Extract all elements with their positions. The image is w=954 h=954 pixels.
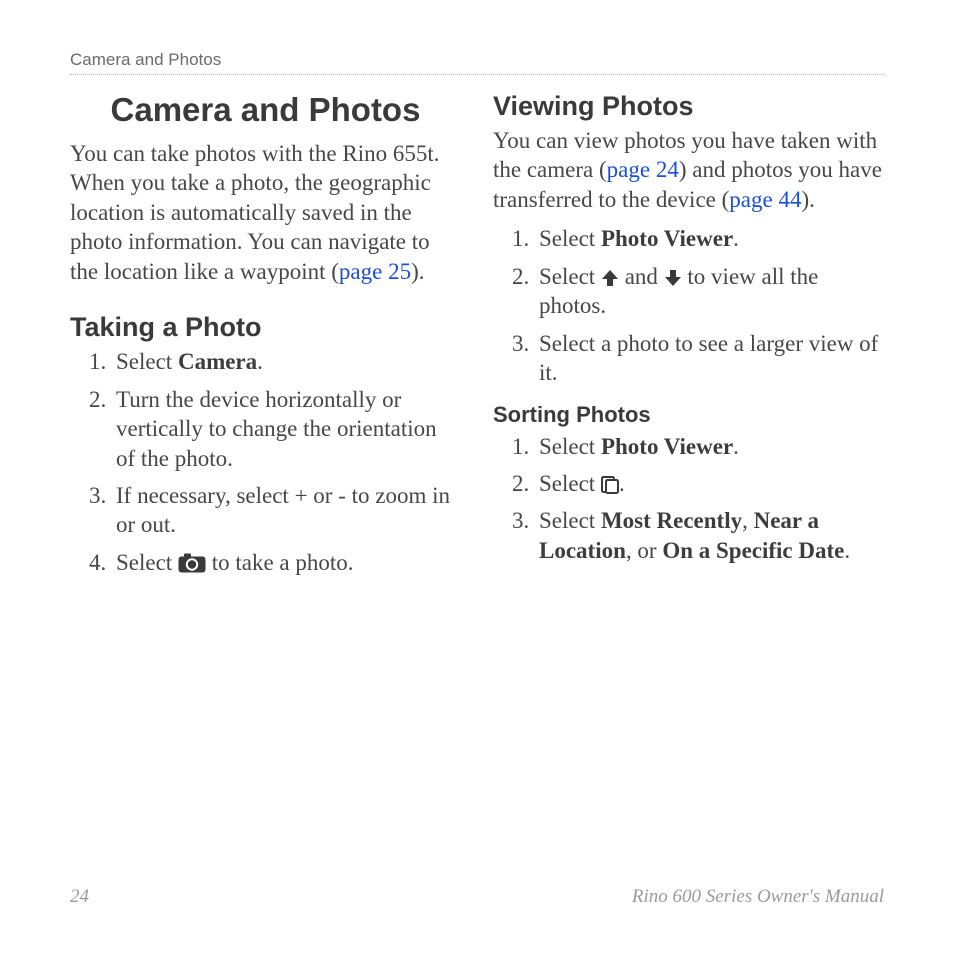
- page-footer: 24 Rino 600 Series Owner's Manual: [70, 886, 884, 908]
- step-text: ,: [742, 508, 754, 533]
- step-text: Select: [539, 226, 601, 251]
- xref-page-24[interactable]: page 24: [607, 157, 679, 182]
- keyword-most-recently: Most Recently: [601, 508, 742, 533]
- steps-sorting-photos: Select Photo Viewer. Select . Select Mos…: [493, 432, 884, 566]
- manual-page: Camera and Photos Camera and Photos You …: [0, 0, 954, 954]
- step-item: Select Photo Viewer.: [535, 432, 884, 461]
- viewing-text-3: ).: [801, 187, 814, 212]
- keyword-photo-viewer: Photo Viewer: [601, 226, 733, 251]
- heading-sorting-photos: Sorting Photos: [493, 402, 884, 428]
- xref-page-44[interactable]: page 44: [729, 187, 801, 212]
- running-header: Camera and Photos: [70, 50, 884, 75]
- keyword-camera: Camera: [178, 349, 257, 374]
- viewing-intro: You can view photos you have taken with …: [493, 126, 884, 214]
- step-item: Turn the device horizontally or vertical…: [112, 385, 461, 473]
- step-item: Select Most Recently, Near a Location, o…: [535, 506, 884, 565]
- step-text: .: [733, 434, 739, 459]
- page-number: 24: [70, 886, 89, 908]
- step-text: , or: [626, 538, 662, 563]
- steps-taking-a-photo: Select Camera. Turn the device horizonta…: [70, 347, 461, 577]
- step-text: .: [257, 349, 263, 374]
- step-text: Select: [539, 508, 601, 533]
- step-item: If necessary, select + or - to zoom in o…: [112, 481, 461, 540]
- menu-page-icon: [601, 476, 619, 494]
- keyword-on-a-specific-date: On a Specific Date: [662, 538, 844, 563]
- step-item: Select to take a photo.: [112, 548, 461, 577]
- intro-text-2: ).: [411, 259, 424, 284]
- step-text: .: [844, 538, 850, 563]
- column-left: Camera and Photos You can take photos wi…: [70, 87, 461, 585]
- step-item: Select .: [535, 469, 884, 498]
- step-text: .: [619, 471, 625, 496]
- arrow-down-icon: [664, 269, 682, 287]
- heading-viewing-photos: Viewing Photos: [493, 91, 884, 122]
- keyword-photo-viewer: Photo Viewer: [601, 434, 733, 459]
- step-text: Select: [539, 264, 601, 289]
- column-right: Viewing Photos You can view photos you h…: [493, 87, 884, 585]
- step-text: Select: [539, 434, 601, 459]
- step-item: Select and to view all the photos.: [535, 262, 884, 321]
- camera-icon: [178, 553, 206, 573]
- step-text: and: [619, 264, 664, 289]
- two-column-layout: Camera and Photos You can take photos wi…: [70, 87, 884, 585]
- chapter-title: Camera and Photos: [70, 91, 461, 129]
- step-item: Select Photo Viewer.: [535, 224, 884, 253]
- step-text: Turn the device horizontally or vertical…: [116, 387, 437, 471]
- step-item: Select Camera.: [112, 347, 461, 376]
- step-text: Select a photo to see a larger view of i…: [539, 331, 878, 385]
- step-item: Select a photo to see a larger view of i…: [535, 329, 884, 388]
- step-text: Select: [116, 349, 178, 374]
- xref-page-25[interactable]: page 25: [339, 259, 411, 284]
- heading-taking-a-photo: Taking a Photo: [70, 312, 461, 343]
- steps-viewing-photos: Select Photo Viewer. Select and to view …: [493, 224, 884, 387]
- step-text: If necessary, select + or - to zoom in o…: [116, 483, 450, 537]
- intro-paragraph: You can take photos with the Rino 655t. …: [70, 139, 461, 286]
- step-text: .: [733, 226, 739, 251]
- arrow-up-icon: [601, 269, 619, 287]
- step-text: Select: [116, 550, 178, 575]
- manual-title: Rino 600 Series Owner's Manual: [632, 886, 884, 908]
- step-text: Select: [539, 471, 601, 496]
- step-text: to take a photo.: [206, 550, 354, 575]
